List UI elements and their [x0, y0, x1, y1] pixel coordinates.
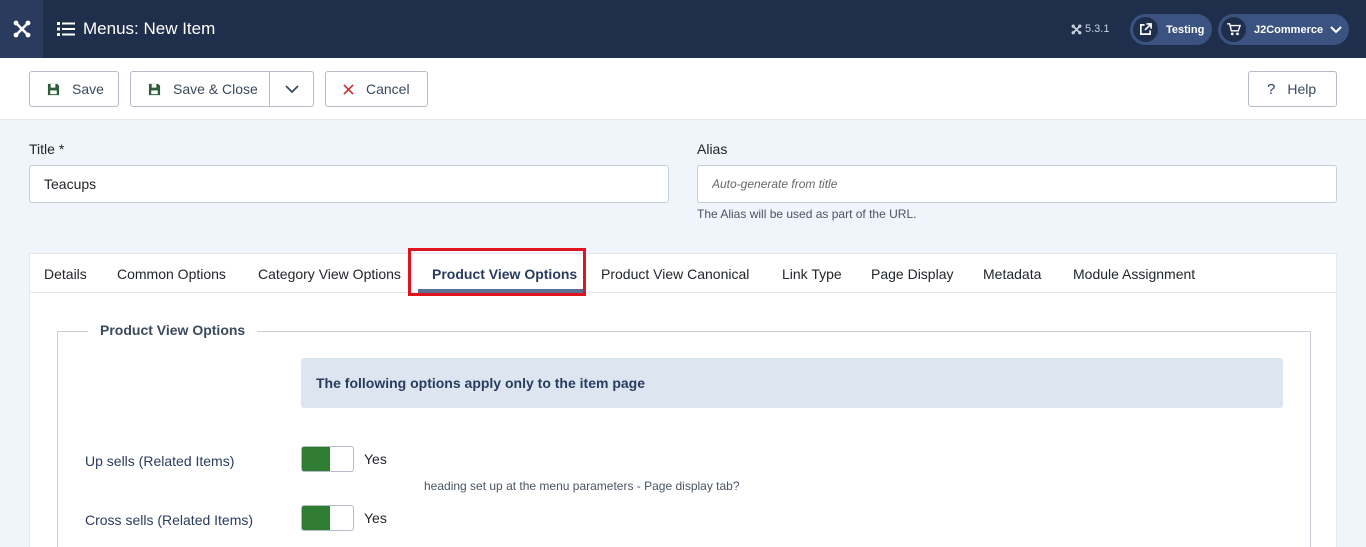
- tab-common-options[interactable]: Common Options: [117, 254, 226, 293]
- toolbar: Save Save & Close Cancel ? Help: [0, 58, 1366, 120]
- testing-site-button[interactable]: Testing: [1130, 14, 1212, 45]
- alias-label: Alias: [697, 141, 728, 157]
- tab-details[interactable]: Details: [44, 254, 87, 293]
- version-info: 5.3.1: [1071, 0, 1109, 58]
- up-sells-toggle[interactable]: [301, 446, 354, 472]
- joomla-logo[interactable]: [0, 0, 43, 58]
- tab-product-view-canonical[interactable]: Product View Canonical: [601, 254, 749, 293]
- title-input[interactable]: [29, 165, 669, 203]
- joomla-icon: [13, 20, 30, 38]
- help-button[interactable]: ? Help: [1248, 71, 1337, 107]
- save-close-button[interactable]: Save & Close: [130, 71, 270, 107]
- chevron-down-icon: [1330, 25, 1342, 34]
- page-title: Menus: New Item: [57, 0, 215, 58]
- cancel-button[interactable]: Cancel: [325, 71, 428, 107]
- tabs-panel: Details Common Options Category View Opt…: [29, 253, 1337, 547]
- save-icon: [148, 83, 161, 96]
- tab-module-assignment[interactable]: Module Assignment: [1073, 254, 1195, 293]
- cross-sells-toggle[interactable]: [301, 505, 354, 531]
- cart-icon: [1221, 17, 1246, 42]
- j2commerce-menu-button[interactable]: J2Commerce: [1218, 14, 1349, 45]
- tab-bar: Details Common Options Category View Opt…: [30, 254, 1336, 293]
- cross-sells-value: Yes: [364, 510, 387, 526]
- up-sells-description: heading set up at the menu parameters - …: [424, 479, 740, 493]
- up-sells-value: Yes: [364, 451, 387, 467]
- page-title-text: Menus: New Item: [83, 19, 216, 38]
- info-alert: The following options apply only to the …: [301, 358, 1283, 408]
- close-icon: [343, 83, 354, 95]
- save-close-label: Save & Close: [173, 81, 258, 97]
- question-icon: ?: [1267, 80, 1276, 98]
- tab-page-display[interactable]: Page Display: [871, 254, 954, 293]
- up-sells-label: Up sells (Related Items): [85, 453, 235, 469]
- save-icon: [47, 83, 60, 96]
- save-options-dropdown[interactable]: [269, 71, 314, 107]
- title-label: Title *: [29, 141, 65, 157]
- chevron-down-icon: [284, 84, 299, 94]
- alias-input[interactable]: [697, 165, 1337, 203]
- version-text: 5.3.1: [1085, 23, 1110, 35]
- joomla-small-icon: [1071, 24, 1082, 34]
- cross-sells-label: Cross sells (Related Items): [85, 512, 254, 528]
- help-label: Help: [1287, 81, 1317, 97]
- testing-label: Testing: [1166, 23, 1205, 36]
- alias-hint: The Alias will be used as part of the UR…: [697, 207, 917, 221]
- save-label: Save: [72, 81, 104, 97]
- app-header: Menus: New Item 5.3.1 Testing J2Commerce: [0, 0, 1366, 58]
- tab-link-type[interactable]: Link Type: [782, 254, 842, 293]
- list-icon: [57, 21, 75, 37]
- fieldset-legend: Product View Options: [88, 322, 258, 338]
- tab-category-view-options[interactable]: Category View Options: [258, 254, 401, 293]
- cancel-label: Cancel: [366, 81, 410, 97]
- toggle-on-indicator: [302, 447, 330, 471]
- tab-metadata[interactable]: Metadata: [983, 254, 1041, 293]
- toggle-on-indicator: [302, 506, 330, 530]
- j2commerce-label: J2Commerce: [1254, 23, 1324, 36]
- highlight-box: [408, 248, 586, 296]
- save-button[interactable]: Save: [29, 71, 119, 107]
- external-link-icon: [1133, 17, 1158, 42]
